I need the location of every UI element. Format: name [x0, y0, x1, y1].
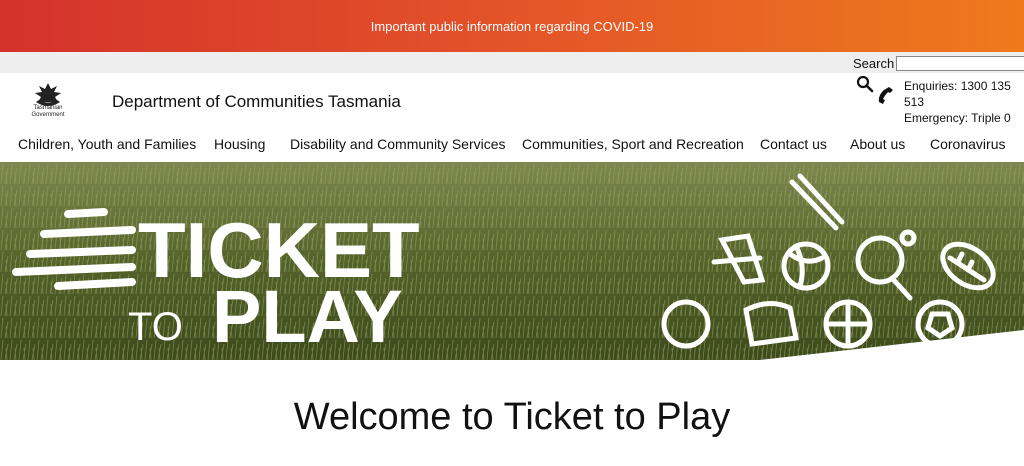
department-title[interactable]: Department of Communities Tasmania	[112, 92, 401, 112]
hero-title-play: PLAY	[212, 275, 403, 358]
nav-about-us[interactable]: About us	[850, 136, 905, 152]
enquiries-text: Enquiries: 1300 135 513	[904, 79, 1011, 109]
page-heading: Welcome to Ticket to Play	[293, 396, 731, 438]
nav-children-youth-families[interactable]: Children, Youth and Families	[18, 136, 196, 152]
covid-info-link[interactable]: Important public information regarding C…	[371, 19, 654, 34]
hero-graphic: TICKET TO PLAY	[0, 162, 1024, 360]
hero-title-to: TO	[128, 305, 183, 349]
nav-communities-sport-recreation[interactable]: Communities, Sport and Recreation	[522, 136, 744, 152]
search-label: Search	[853, 56, 895, 71]
nav-housing[interactable]: Housing	[214, 136, 265, 152]
hero-banner: TICKET TO PLAY	[0, 162, 1024, 360]
search-icon[interactable]	[856, 75, 874, 93]
logo-text-line2: Government	[31, 112, 65, 118]
nav-disability-community-services[interactable]: Disability and Community Services	[290, 136, 506, 152]
logo-text-line1: Tasmanian	[33, 105, 63, 111]
covid-banner: Important public information regarding C…	[0, 0, 1024, 52]
nav-contact-us[interactable]: Contact us	[760, 136, 827, 152]
search-input[interactable]	[896, 56, 1024, 71]
logo-text: Tasmanian Government	[22, 105, 74, 119]
phone-icon	[878, 87, 893, 104]
nav-coronavirus[interactable]: Coronavirus	[930, 136, 1005, 152]
